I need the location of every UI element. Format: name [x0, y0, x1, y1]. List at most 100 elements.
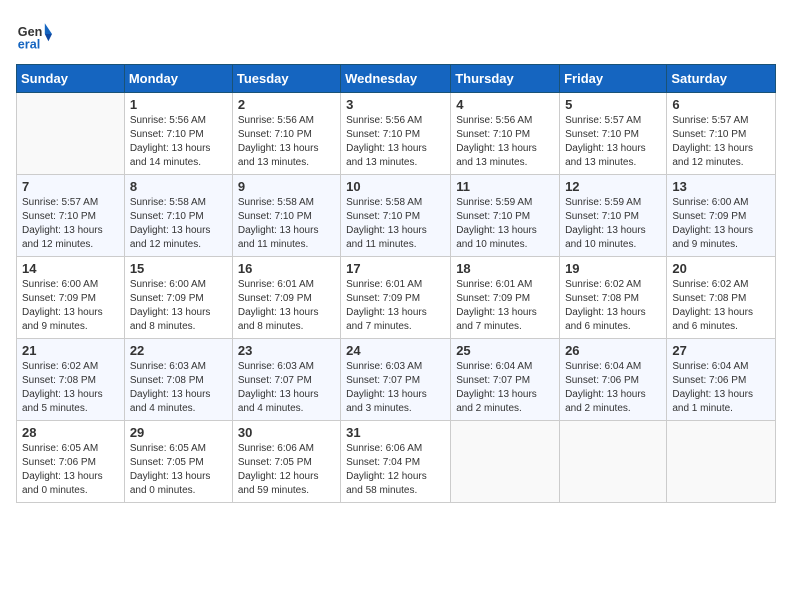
- day-number: 26: [565, 343, 661, 358]
- day-header-monday: Monday: [124, 65, 232, 93]
- calendar-week-row: 14 Sunrise: 6:00 AM Sunset: 7:09 PM Dayli…: [17, 257, 776, 339]
- day-info: Sunrise: 6:01 AM Sunset: 7:09 PM Dayligh…: [238, 278, 335, 334]
- calendar-table: SundayMondayTuesdayWednesdayThursdayFrid…: [16, 64, 776, 503]
- calendar-cell: 20Sunrise: 6:02 AM Sunset: 7:08 PM Dayli…: [667, 257, 776, 339]
- calendar-week-row: 7 Sunrise: 5:57 AM Sunset: 7:10 PM Daylig…: [17, 175, 776, 257]
- calendar-cell: 6 Sunrise: 5:57 AM Sunset: 7:10 PM Daylig…: [667, 93, 776, 175]
- day-info: Sunrise: 6:00 AM Sunset: 7:09 PM Dayligh…: [130, 278, 227, 334]
- day-info: Sunrise: 6:03 AM Sunset: 7:07 PM Dayligh…: [238, 360, 335, 416]
- day-number: 4: [456, 97, 554, 112]
- calendar-cell: 2 Sunrise: 5:56 AM Sunset: 7:10 PM Daylig…: [232, 93, 340, 175]
- day-info: Sunrise: 6:04 AM Sunset: 7:06 PM Dayligh…: [672, 360, 770, 416]
- day-number: 15: [130, 261, 227, 276]
- day-number: 11: [456, 179, 554, 194]
- logo: Gen eral: [16, 16, 56, 52]
- page-header: Gen eral: [16, 16, 776, 52]
- calendar-cell: 9 Sunrise: 5:58 AM Sunset: 7:10 PM Daylig…: [232, 175, 340, 257]
- day-number: 25: [456, 343, 554, 358]
- calendar-cell: [667, 421, 776, 503]
- calendar-cell: 12 Sunrise: 5:59 AM Sunset: 7:10 PM Dayli…: [560, 175, 667, 257]
- day-header-friday: Friday: [560, 65, 667, 93]
- calendar-cell: 27 Sunrise: 6:04 AM Sunset: 7:06 PM Dayli…: [667, 339, 776, 421]
- day-number: 5: [565, 97, 661, 112]
- day-info: Sunrise: 6:03 AM Sunset: 7:08 PM Dayligh…: [130, 360, 227, 416]
- day-info: Sunrise: 5:56 AM Sunset: 7:10 PM Dayligh…: [130, 114, 227, 170]
- logo-icon: Gen eral: [16, 16, 52, 52]
- day-info: Sunrise: 6:05 AM Sunset: 7:05 PM Dayligh…: [130, 442, 227, 498]
- day-number: 12: [565, 179, 661, 194]
- day-number: 23: [238, 343, 335, 358]
- day-number: 30: [238, 425, 335, 440]
- calendar-week-row: 28 Sunrise: 6:05 AM Sunset: 7:06 PM Dayli…: [17, 421, 776, 503]
- calendar-week-row: 21 Sunrise: 6:02 AM Sunset: 7:08 PM Dayli…: [17, 339, 776, 421]
- day-info: Sunrise: 6:00 AM Sunset: 7:09 PM Dayligh…: [22, 278, 119, 334]
- calendar-cell: 7 Sunrise: 5:57 AM Sunset: 7:10 PM Daylig…: [17, 175, 125, 257]
- day-number: 27: [672, 343, 770, 358]
- calendar-cell: 25 Sunrise: 6:04 AM Sunset: 7:07 PM Dayli…: [451, 339, 560, 421]
- calendar-cell: 18Sunrise: 6:01 AM Sunset: 7:09 PM Dayli…: [451, 257, 560, 339]
- day-info: Sunrise: 6:02 AM Sunset: 7:08 PM Dayligh…: [22, 360, 119, 416]
- day-number: 9: [238, 179, 335, 194]
- day-info: Sunrise: 6:00 AM Sunset: 7:09 PM Dayligh…: [672, 196, 770, 252]
- day-number: 28: [22, 425, 119, 440]
- day-number: 6: [672, 97, 770, 112]
- day-header-tuesday: Tuesday: [232, 65, 340, 93]
- calendar-cell: 15 Sunrise: 6:00 AM Sunset: 7:09 PM Dayli…: [124, 257, 232, 339]
- day-number: 3: [346, 97, 445, 112]
- day-number: 29: [130, 425, 227, 440]
- day-info: Sunrise: 5:56 AM Sunset: 7:10 PM Dayligh…: [346, 114, 445, 170]
- calendar-cell: 4 Sunrise: 5:56 AM Sunset: 7:10 PM Daylig…: [451, 93, 560, 175]
- day-number: 17: [346, 261, 445, 276]
- day-info: Sunrise: 5:57 AM Sunset: 7:10 PM Dayligh…: [22, 196, 119, 252]
- day-info: Sunrise: 5:56 AM Sunset: 7:10 PM Dayligh…: [456, 114, 554, 170]
- day-info: Sunrise: 6:06 AM Sunset: 7:05 PM Dayligh…: [238, 442, 335, 498]
- day-number: 31: [346, 425, 445, 440]
- calendar-cell: 22 Sunrise: 6:03 AM Sunset: 7:08 PM Dayli…: [124, 339, 232, 421]
- day-info: Sunrise: 5:59 AM Sunset: 7:10 PM Dayligh…: [565, 196, 661, 252]
- day-header-sunday: Sunday: [17, 65, 125, 93]
- day-number: 19: [565, 261, 661, 276]
- calendar-cell: [560, 421, 667, 503]
- day-number: 2: [238, 97, 335, 112]
- calendar-cell: 23 Sunrise: 6:03 AM Sunset: 7:07 PM Dayli…: [232, 339, 340, 421]
- day-number: 7: [22, 179, 119, 194]
- day-number: 10: [346, 179, 445, 194]
- calendar-cell: 30 Sunrise: 6:06 AM Sunset: 7:05 PM Dayli…: [232, 421, 340, 503]
- day-info: Sunrise: 5:58 AM Sunset: 7:10 PM Dayligh…: [238, 196, 335, 252]
- day-number: 22: [130, 343, 227, 358]
- calendar-cell: 28 Sunrise: 6:05 AM Sunset: 7:06 PM Dayli…: [17, 421, 125, 503]
- calendar-cell: 14 Sunrise: 6:00 AM Sunset: 7:09 PM Dayli…: [17, 257, 125, 339]
- day-number: 14: [22, 261, 119, 276]
- day-info: Sunrise: 6:01 AM Sunset: 7:09 PM Dayligh…: [456, 278, 554, 334]
- calendar-cell: 31Sunrise: 6:06 AM Sunset: 7:04 PM Dayli…: [341, 421, 451, 503]
- calendar-cell: 26 Sunrise: 6:04 AM Sunset: 7:06 PM Dayli…: [560, 339, 667, 421]
- calendar-cell: 5Sunrise: 5:57 AM Sunset: 7:10 PM Daylig…: [560, 93, 667, 175]
- calendar-cell: 11 Sunrise: 5:59 AM Sunset: 7:10 PM Dayli…: [451, 175, 560, 257]
- day-number: 13: [672, 179, 770, 194]
- day-info: Sunrise: 5:58 AM Sunset: 7:10 PM Dayligh…: [130, 196, 227, 252]
- svg-text:eral: eral: [18, 37, 40, 51]
- day-number: 21: [22, 343, 119, 358]
- day-info: Sunrise: 6:04 AM Sunset: 7:07 PM Dayligh…: [456, 360, 554, 416]
- day-info: Sunrise: 6:05 AM Sunset: 7:06 PM Dayligh…: [22, 442, 119, 498]
- calendar-cell: 13 Sunrise: 6:00 AM Sunset: 7:09 PM Dayli…: [667, 175, 776, 257]
- day-number: 24: [346, 343, 445, 358]
- calendar-cell: 3 Sunrise: 5:56 AM Sunset: 7:10 PM Daylig…: [341, 93, 451, 175]
- day-number: 8: [130, 179, 227, 194]
- calendar-cell: 21 Sunrise: 6:02 AM Sunset: 7:08 PM Dayli…: [17, 339, 125, 421]
- day-info: Sunrise: 6:01 AM Sunset: 7:09 PM Dayligh…: [346, 278, 445, 334]
- day-info: Sunrise: 5:59 AM Sunset: 7:10 PM Dayligh…: [456, 196, 554, 252]
- day-header-wednesday: Wednesday: [341, 65, 451, 93]
- calendar-cell: 1Sunrise: 5:56 AM Sunset: 7:10 PM Daylig…: [124, 93, 232, 175]
- calendar-cell: 19 Sunrise: 6:02 AM Sunset: 7:08 PM Dayli…: [560, 257, 667, 339]
- day-number: 16: [238, 261, 335, 276]
- day-info: Sunrise: 6:02 AM Sunset: 7:08 PM Dayligh…: [565, 278, 661, 334]
- day-number: 20: [672, 261, 770, 276]
- calendar-cell: 29 Sunrise: 6:05 AM Sunset: 7:05 PM Dayli…: [124, 421, 232, 503]
- day-info: Sunrise: 6:04 AM Sunset: 7:06 PM Dayligh…: [565, 360, 661, 416]
- calendar-cell: 16 Sunrise: 6:01 AM Sunset: 7:09 PM Dayli…: [232, 257, 340, 339]
- calendar-cell: 17 Sunrise: 6:01 AM Sunset: 7:09 PM Dayli…: [341, 257, 451, 339]
- day-info: Sunrise: 5:57 AM Sunset: 7:10 PM Dayligh…: [672, 114, 770, 170]
- day-info: Sunrise: 5:58 AM Sunset: 7:10 PM Dayligh…: [346, 196, 445, 252]
- day-info: Sunrise: 5:56 AM Sunset: 7:10 PM Dayligh…: [238, 114, 335, 170]
